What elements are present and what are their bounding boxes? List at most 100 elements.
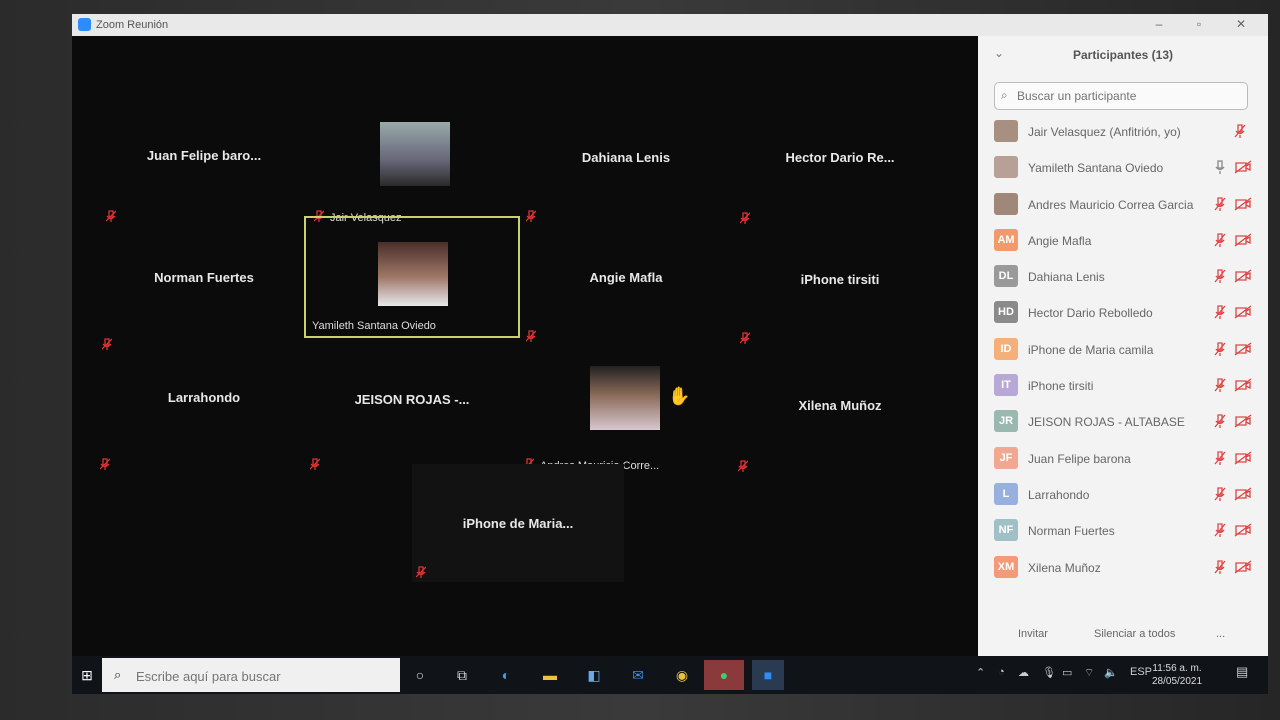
video-off-icon[interactable] bbox=[1234, 233, 1252, 247]
video-tile[interactable]: Angie Mafla bbox=[520, 218, 732, 342]
muted-mic-icon[interactable] bbox=[1214, 487, 1226, 501]
participant-row[interactable]: L Larrahondo bbox=[978, 479, 1268, 515]
video-off-icon[interactable] bbox=[1234, 378, 1252, 392]
close-icon[interactable]: ✕ bbox=[1234, 17, 1248, 31]
language-indicator[interactable]: ESP bbox=[1130, 666, 1152, 678]
participant-row[interactable]: Andres Mauricio Correa Garcia bbox=[978, 189, 1268, 225]
participant-name: Hector Dario Re... bbox=[785, 150, 895, 165]
video-off-icon[interactable] bbox=[1234, 305, 1252, 320]
invite-button[interactable]: Invitar bbox=[1018, 628, 1048, 640]
video-tile[interactable]: iPhone tirsiti bbox=[734, 218, 946, 344]
video-tile[interactable]: Andres Mauricio Corre... bbox=[520, 340, 732, 472]
video-off-icon[interactable] bbox=[1234, 560, 1252, 574]
clock[interactable]: 11:56 a. m. 28/05/2021 bbox=[1152, 662, 1202, 688]
muted-mic-icon[interactable] bbox=[1214, 196, 1226, 211]
muted-mic-icon[interactable] bbox=[1214, 414, 1226, 429]
participant-name: Jair Velasquez (Anfitrión, yo) bbox=[1028, 125, 1181, 139]
participant-row[interactable]: HD Hector Dario Rebolledo bbox=[978, 297, 1268, 333]
muted-mic-icon[interactable] bbox=[1214, 233, 1226, 247]
participant-name: Juan Felipe barona bbox=[1028, 451, 1131, 466]
muted-mic-icon[interactable] bbox=[1214, 305, 1226, 320]
mute-all-button[interactable]: Silenciar a todos bbox=[1094, 628, 1175, 640]
participant-row[interactable]: JF Juan Felipe barona bbox=[978, 443, 1268, 479]
video-tile[interactable]: Xilena Muñoz bbox=[734, 340, 946, 472]
maximize-icon[interactable]: ▫ bbox=[1192, 17, 1206, 31]
video-off-icon[interactable] bbox=[1234, 414, 1252, 428]
taskbar-search-input[interactable] bbox=[134, 666, 388, 686]
avatar bbox=[994, 156, 1018, 179]
cortana-icon[interactable]: ○ bbox=[404, 660, 436, 690]
minimize-icon[interactable]: – bbox=[1152, 17, 1166, 31]
panel-title: Participantes (13) bbox=[1072, 48, 1174, 62]
screen: Zoom Reunión – ▫ ✕ Juan Felipe baro... J… bbox=[72, 14, 1268, 694]
video-tile[interactable]: Jair Velasquez bbox=[306, 96, 518, 224]
video-off-icon[interactable] bbox=[1234, 197, 1252, 211]
participant-video bbox=[590, 366, 660, 430]
wifi-icon[interactable]: ⌔ bbox=[1084, 666, 1094, 680]
participant-name: JEISON ROJAS -... bbox=[354, 392, 470, 407]
video-off-icon[interactable] bbox=[1234, 487, 1252, 501]
participant-search-input[interactable] bbox=[1015, 86, 1243, 106]
search-icon: ⌕ bbox=[1001, 88, 1008, 102]
video-off-icon[interactable] bbox=[1234, 269, 1252, 283]
participant-name: Juan Felipe baro... bbox=[146, 148, 262, 163]
participant-row[interactable]: Jair Velasquez (Anfitrión, yo) bbox=[978, 116, 1268, 152]
video-tile[interactable]: Juan Felipe baro... bbox=[98, 96, 310, 222]
participant-row[interactable]: XM Xilena Muñoz bbox=[978, 552, 1268, 588]
participant-row[interactable]: IT iPhone tirsiti bbox=[978, 370, 1268, 406]
muted-mic-icon[interactable] bbox=[1214, 342, 1226, 356]
volume-icon[interactable]: 🔈 bbox=[1104, 666, 1118, 679]
avatar: AM bbox=[994, 228, 1018, 251]
participant-name: Larrahondo bbox=[1028, 487, 1090, 502]
video-off-icon[interactable] bbox=[1234, 342, 1252, 356]
muted-mic-icon bbox=[738, 460, 748, 472]
mail-icon[interactable]: ✉ bbox=[622, 660, 654, 690]
video-tile[interactable]: Dahiana Lenis bbox=[520, 96, 732, 222]
video-tile[interactable]: Norman Fuertes bbox=[98, 218, 310, 350]
microphone-icon[interactable] bbox=[1214, 160, 1226, 175]
store-icon[interactable]: ◧ bbox=[578, 660, 610, 690]
windows-start-button[interactable]: ⊞ bbox=[72, 656, 102, 694]
participant-row[interactable]: DL Dahiana Lenis bbox=[978, 261, 1268, 297]
muted-mic-icon[interactable] bbox=[1214, 523, 1226, 538]
zoom-app-icon[interactable]: ■ bbox=[752, 660, 784, 690]
avatar: JF bbox=[994, 446, 1018, 469]
tray-app-icon[interactable]: ◔ bbox=[998, 666, 1005, 678]
task-view-icon[interactable]: ⧉ bbox=[446, 660, 478, 690]
spotify-icon[interactable]: ● bbox=[704, 660, 744, 690]
video-off-icon[interactable] bbox=[1234, 523, 1252, 537]
edge-browser-icon[interactable]: ◐ bbox=[490, 660, 522, 690]
participant-name: Dahiana Lenis bbox=[581, 150, 671, 165]
tray-up-arrow-icon[interactable]: ⌃ bbox=[976, 666, 985, 679]
participant-row[interactable]: ID iPhone de Maria camila bbox=[978, 334, 1268, 370]
muted-mic-icon[interactable] bbox=[1234, 124, 1246, 138]
muted-mic-icon[interactable] bbox=[1214, 451, 1226, 465]
participant-list: Jair Velasquez (Anfitrión, yo) Yamileth S… bbox=[978, 116, 1268, 588]
video-off-icon[interactable] bbox=[1234, 160, 1252, 174]
muted-mic-icon[interactable] bbox=[1214, 378, 1226, 393]
notification-center-icon[interactable]: ▤ bbox=[1236, 664, 1248, 680]
muted-mic-icon[interactable] bbox=[1214, 269, 1226, 284]
video-tile[interactable]: Hector Dario Re... bbox=[734, 96, 946, 224]
video-tile[interactable]: iPhone de Maria... bbox=[412, 464, 624, 582]
battery-icon[interactable]: ▭ bbox=[1062, 666, 1072, 679]
participant-name: Norman Fuertes bbox=[154, 270, 254, 285]
muted-mic-icon[interactable] bbox=[1214, 559, 1226, 574]
file-explorer-icon[interactable]: ▬ bbox=[534, 660, 566, 690]
video-tile[interactable]: Larrahondo bbox=[98, 340, 310, 470]
participant-row[interactable]: AM Angie Mafla bbox=[978, 225, 1268, 261]
participant-row[interactable]: JR JEISON ROJAS - ALTABASE bbox=[978, 406, 1268, 442]
video-tile[interactable]: JEISON ROJAS -... bbox=[306, 340, 518, 470]
onedrive-icon[interactable]: ☁ bbox=[1018, 666, 1029, 679]
avatar bbox=[994, 120, 1018, 142]
participant-row[interactable]: Yamileth Santana Oviedo bbox=[978, 152, 1268, 188]
video-off-icon[interactable] bbox=[1234, 451, 1252, 465]
active-speaker-tile[interactable]: Yamileth Santana Oviedo bbox=[304, 216, 520, 338]
more-options-button[interactable]: ... bbox=[1216, 628, 1225, 640]
microphone-icon[interactable]: 🎙 bbox=[1042, 666, 1056, 679]
chrome-icon[interactable]: ◉ bbox=[666, 660, 698, 690]
muted-mic-icon bbox=[310, 458, 320, 470]
participant-row[interactable]: NF Norman Fuertes bbox=[978, 515, 1268, 551]
participant-search[interactable]: ⌕ bbox=[994, 82, 1248, 110]
taskbar-search[interactable]: ⌕ bbox=[102, 658, 400, 692]
